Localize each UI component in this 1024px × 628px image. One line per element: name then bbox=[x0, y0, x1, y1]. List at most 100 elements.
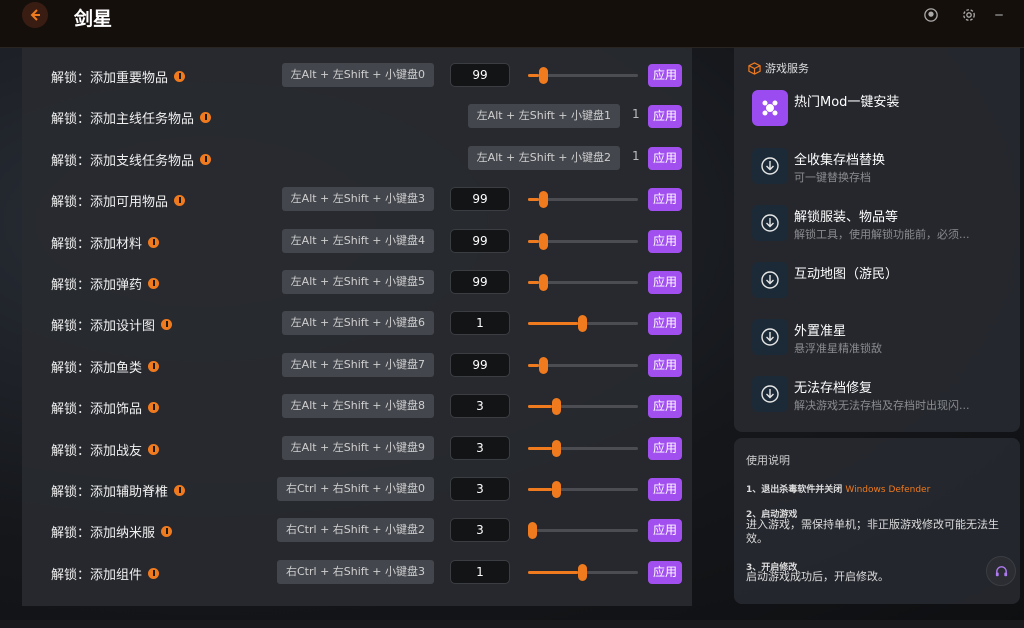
slider-thumb[interactable] bbox=[539, 274, 548, 291]
info-icon[interactable] bbox=[174, 71, 186, 82]
cheat-row: 解锁：添加辅助脊椎 右Ctrl + 右Shift + 小键盘0 3 应用 bbox=[22, 472, 692, 508]
info-icon[interactable] bbox=[200, 153, 212, 165]
info-icon[interactable] bbox=[161, 319, 173, 331]
quantity-input[interactable]: 99 bbox=[450, 352, 510, 377]
quantity-input[interactable]: 99 bbox=[450, 228, 510, 253]
cheat-label: 解锁：添加支线任务物品 bbox=[51, 150, 212, 169]
hotkey-badge[interactable]: 右Ctrl + 右Shift + 小键盘0 bbox=[277, 477, 434, 501]
apply-button[interactable]: 应用 bbox=[648, 188, 682, 212]
cheat-row: 解锁：添加材料 左Alt + 左Shift + 小键盘4 99 应用 bbox=[22, 224, 692, 260]
gear-icon bbox=[963, 9, 975, 21]
support-button[interactable] bbox=[986, 556, 1016, 586]
info-icon[interactable] bbox=[161, 526, 173, 538]
windows-defender-text: Windows Defender bbox=[845, 485, 931, 495]
info-icon[interactable] bbox=[148, 278, 160, 289]
quantity-slider[interactable] bbox=[528, 563, 638, 581]
info-icon[interactable] bbox=[148, 443, 160, 455]
hotkey-badge[interactable]: 左Alt + 左Shift + 小键盘2 bbox=[467, 145, 620, 170]
download-icon bbox=[752, 205, 788, 241]
quantity-slider[interactable] bbox=[528, 522, 638, 540]
hotkey-badge[interactable]: 左Alt + 左Shift + 小键盘1 bbox=[467, 104, 620, 129]
back-button[interactable] bbox=[22, 2, 48, 28]
slider-thumb[interactable] bbox=[577, 563, 587, 581]
quantity-slider[interactable] bbox=[528, 191, 638, 209]
cheat-row: 解锁：添加饰品 左Alt + 左Shift + 小键盘8 3 应用 bbox=[22, 389, 692, 425]
service-item[interactable]: 外置准星 悬浮准星精准锁敌 bbox=[752, 319, 1012, 359]
apply-button[interactable]: 应用 bbox=[648, 436, 682, 460]
quantity-input[interactable]: 3 bbox=[450, 518, 510, 543]
apply-button[interactable]: 应用 bbox=[648, 105, 682, 129]
hotkey-badge[interactable]: 左Alt + 左Shift + 小键盘9 bbox=[281, 435, 434, 460]
quantity-input[interactable]: 1 bbox=[450, 559, 510, 584]
quantity-slider[interactable] bbox=[528, 356, 638, 374]
slider-fill bbox=[528, 281, 539, 284]
apply-button[interactable]: 应用 bbox=[648, 64, 682, 87]
hotkey-badge[interactable]: 左Alt + 左Shift + 小键盘6 bbox=[281, 311, 434, 336]
slider-thumb[interactable] bbox=[539, 67, 548, 84]
service-item[interactable]: 无法存档修复 解决游戏无法存档及存档时出现闪... bbox=[752, 376, 1012, 416]
service-item[interactable]: 解锁服装、物品等 解锁工具，使用解锁功能前，必须... bbox=[752, 205, 1012, 245]
cheat-row: 解锁：添加纳米服 右Ctrl + 右Shift + 小键盘2 3 应用 bbox=[22, 513, 692, 549]
slider-thumb[interactable] bbox=[528, 522, 537, 540]
quantity-input[interactable]: 3 bbox=[450, 477, 510, 501]
hotkey-badge[interactable]: 左Alt + 左Shift + 小键盘5 bbox=[281, 270, 434, 294]
quantity-input[interactable]: 3 bbox=[450, 435, 510, 460]
service-item[interactable]: 互动地图（游民） bbox=[752, 262, 1012, 302]
apply-button[interactable]: 应用 bbox=[648, 478, 682, 501]
info-icon[interactable] bbox=[148, 360, 160, 372]
quantity-slider[interactable] bbox=[528, 232, 638, 250]
service-item[interactable]: 热门Mod一键安装 bbox=[752, 90, 1012, 130]
apply-button[interactable]: 应用 bbox=[648, 353, 682, 377]
hotkey-badge[interactable]: 左Alt + 左Shift + 小键盘8 bbox=[281, 394, 434, 419]
info-icon[interactable] bbox=[148, 567, 160, 579]
info-icon[interactable] bbox=[174, 195, 186, 207]
slider-thumb[interactable] bbox=[552, 398, 562, 416]
service-item[interactable]: 全收集存档替换 可一键替换存档 bbox=[752, 148, 1012, 188]
info-icon[interactable] bbox=[148, 236, 160, 248]
slider-thumb[interactable] bbox=[577, 315, 587, 333]
cheat-label: 解锁：添加重要物品 bbox=[51, 67, 186, 86]
quantity-slider[interactable] bbox=[528, 315, 638, 333]
apply-button[interactable]: 应用 bbox=[648, 229, 682, 253]
slider-thumb[interactable] bbox=[539, 356, 548, 374]
service-desc: 解决游戏无法存档及存档时出现闪... bbox=[794, 399, 970, 412]
quantity-input[interactable]: 3 bbox=[450, 394, 510, 419]
quantity-slider[interactable] bbox=[528, 481, 638, 498]
quantity-slider[interactable] bbox=[528, 398, 638, 416]
slider-thumb[interactable] bbox=[552, 439, 562, 457]
download-icon bbox=[752, 262, 788, 298]
hotkey-badge[interactable]: 左Alt + 左Shift + 小键盘7 bbox=[281, 352, 434, 377]
apply-button[interactable]: 应用 bbox=[648, 146, 682, 170]
apply-button[interactable]: 应用 bbox=[648, 395, 682, 419]
quantity-slider[interactable] bbox=[528, 67, 638, 84]
slider-thumb[interactable] bbox=[539, 232, 548, 250]
account-button[interactable] bbox=[922, 6, 940, 24]
game-services-panel: 游戏服务 热门Mod一键安装 全收集存档替换 可一键替换存档 解锁服装、物品等 解锁工具… bbox=[734, 48, 1020, 432]
app-title: 剑星 bbox=[74, 8, 113, 30]
info-icon[interactable] bbox=[174, 485, 186, 496]
cheat-list[interactable]: 解锁：添加重要物品 左Alt + 左Shift + 小键盘0 99 应用 解锁：添加主线… bbox=[22, 48, 692, 606]
slider-thumb[interactable] bbox=[552, 481, 562, 498]
quantity-input[interactable]: 99 bbox=[450, 270, 510, 294]
apply-button[interactable]: 应用 bbox=[648, 560, 682, 584]
info-icon[interactable] bbox=[148, 402, 160, 414]
quantity-input[interactable]: 99 bbox=[450, 63, 510, 87]
apply-button[interactable]: 应用 bbox=[648, 519, 682, 543]
hotkey-badge[interactable]: 左Alt + 左Shift + 小键盘3 bbox=[281, 187, 434, 212]
minimize-button[interactable] bbox=[990, 6, 1008, 24]
quantity-input[interactable]: 99 bbox=[450, 187, 510, 212]
hotkey-badge[interactable]: 右Ctrl + 右Shift + 小键盘2 bbox=[277, 518, 434, 543]
apply-button[interactable]: 应用 bbox=[648, 271, 682, 294]
quantity-slider[interactable] bbox=[528, 274, 638, 291]
note-step-3-text: 启动游戏成功后，开启修改。 bbox=[746, 570, 889, 583]
slider-fill bbox=[528, 446, 553, 450]
settings-button[interactable] bbox=[960, 6, 978, 24]
hotkey-badge[interactable]: 左Alt + 左Shift + 小键盘0 bbox=[281, 63, 434, 87]
hotkey-badge[interactable]: 右Ctrl + 右Shift + 小键盘3 bbox=[277, 559, 434, 584]
hotkey-badge[interactable]: 左Alt + 左Shift + 小键盘4 bbox=[281, 228, 434, 253]
info-icon[interactable] bbox=[200, 112, 212, 124]
apply-button[interactable]: 应用 bbox=[648, 312, 682, 336]
quantity-input[interactable]: 1 bbox=[450, 311, 510, 336]
slider-thumb[interactable] bbox=[539, 191, 548, 209]
quantity-slider[interactable] bbox=[528, 439, 638, 457]
